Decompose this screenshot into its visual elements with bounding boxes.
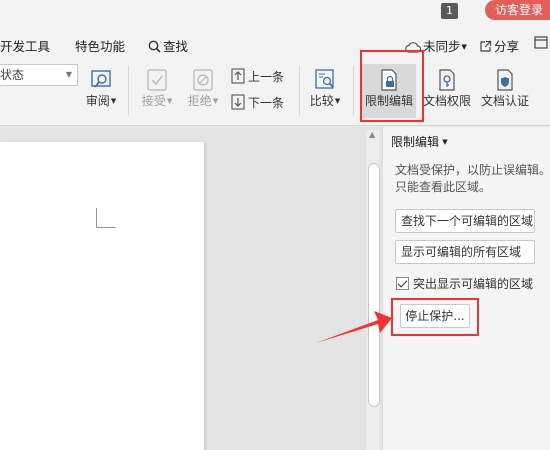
annotation-arrow-icon — [316, 311, 392, 343]
